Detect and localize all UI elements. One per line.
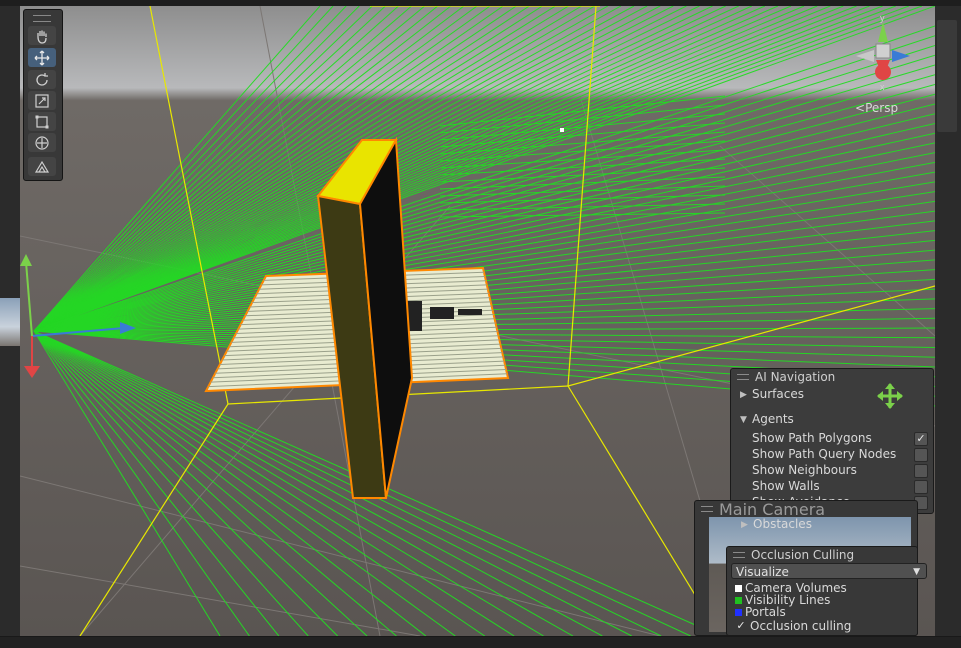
portals-swatch bbox=[735, 609, 742, 616]
show-path-query-nodes-checkbox[interactable] bbox=[914, 448, 928, 462]
occlusion-mode-select[interactable]: Visualize ▼ bbox=[731, 563, 927, 579]
projection-label: Persp bbox=[865, 101, 899, 115]
show-path-polygons-checkbox[interactable]: ✓ bbox=[914, 432, 928, 446]
option-show-path-polygons: Show Path Polygons bbox=[752, 431, 872, 445]
occlusion-culling-label: Occlusion culling bbox=[750, 619, 852, 633]
scale-tool-button[interactable] bbox=[28, 91, 56, 110]
navmesh-tool-icon bbox=[34, 160, 50, 173]
gizmo-x-ball[interactable] bbox=[875, 64, 891, 80]
triangle-right-icon[interactable]: ▶ bbox=[740, 390, 747, 400]
option-show-path-query-nodes: Show Path Query Nodes bbox=[752, 447, 897, 461]
rect-tool-button[interactable] bbox=[28, 112, 56, 131]
hierarchy-thumbnail bbox=[0, 298, 20, 346]
projection-toggle[interactable]: <Persp bbox=[855, 101, 898, 115]
move-tool-button[interactable] bbox=[28, 48, 56, 67]
floor-hole bbox=[458, 309, 482, 315]
visibility-lines-swatch bbox=[735, 597, 742, 604]
gizmo-center[interactable] bbox=[875, 43, 891, 59]
camera-volumes-swatch bbox=[735, 585, 742, 592]
tool-palette bbox=[23, 9, 63, 181]
option-show-walls: Show Walls bbox=[752, 479, 820, 493]
custom-tool-button[interactable] bbox=[28, 157, 56, 176]
agents-foldout[interactable]: Agents bbox=[752, 411, 794, 427]
gizmo-y-label: y bbox=[880, 14, 885, 23]
camera-volume-point bbox=[560, 128, 564, 132]
move-overlay-icon[interactable] bbox=[877, 383, 903, 409]
occlusion-culling-title[interactable]: Occlusion Culling bbox=[727, 547, 917, 564]
gizmo-x-label: x bbox=[880, 82, 885, 92]
transform-tool-button[interactable] bbox=[28, 133, 56, 152]
surfaces-foldout[interactable]: Surfaces bbox=[752, 386, 804, 402]
floor-hole bbox=[430, 307, 454, 319]
occlusion-culling-checkbox[interactable]: ✓ bbox=[735, 620, 747, 632]
rect-transform-icon bbox=[35, 115, 49, 128]
triangle-down-icon[interactable]: ▼ bbox=[740, 415, 747, 425]
right-panel-edge bbox=[935, 6, 961, 647]
orientation-gizmo[interactable]: y x bbox=[848, 14, 918, 104]
grip-icon bbox=[737, 374, 749, 380]
gizmo-neg-x-axis[interactable] bbox=[856, 50, 874, 62]
toolbar-grip-icon[interactable] bbox=[33, 15, 51, 22]
grip-icon bbox=[701, 506, 713, 512]
left-panel-edge bbox=[0, 6, 20, 647]
move-icon bbox=[34, 50, 50, 65]
gizmo-y-axis[interactable] bbox=[878, 22, 888, 42]
triangle-right-icon[interactable]: ▶ bbox=[741, 520, 748, 530]
gizmo-z-axis[interactable] bbox=[892, 50, 910, 62]
rotate-tool-button[interactable] bbox=[28, 70, 56, 89]
dropdown-arrow-icon: ▼ bbox=[913, 567, 920, 577]
show-neighbours-checkbox[interactable] bbox=[914, 464, 928, 478]
hand-tool-button[interactable] bbox=[28, 26, 56, 45]
show-walls-checkbox[interactable] bbox=[914, 480, 928, 494]
status-bar bbox=[0, 636, 961, 648]
chevron-left-icon: < bbox=[855, 101, 866, 115]
occlusion-culling-overlay: Occlusion Culling Visualize ▼ Camera Volu… bbox=[726, 546, 927, 636]
obstacles-foldout[interactable]: Obstacles bbox=[753, 516, 812, 532]
transform-icon bbox=[35, 135, 49, 150]
grip-icon bbox=[733, 552, 745, 558]
ai-navigation-overlay: AI Navigation ▶ Surfaces ▼ Agents Show P… bbox=[730, 368, 934, 514]
option-show-neighbours: Show Neighbours bbox=[752, 463, 857, 477]
scrollbar[interactable] bbox=[937, 20, 957, 132]
rotate-icon bbox=[36, 72, 48, 86]
hand-icon bbox=[37, 30, 47, 44]
scale-icon bbox=[35, 93, 49, 108]
